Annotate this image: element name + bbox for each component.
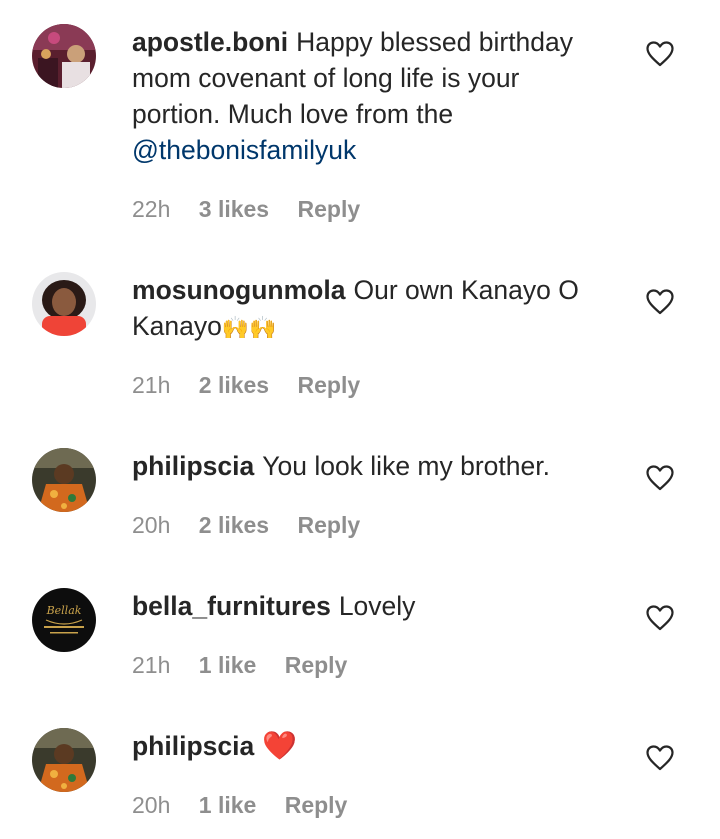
likes-count[interactable]: 3 likes: [199, 196, 269, 223]
comment-meta: 20h 2 likes Reply: [132, 512, 360, 539]
comment-body: Lovely: [338, 591, 416, 621]
likes-count[interactable]: 2 likes: [199, 512, 269, 539]
comment-body: You look like my brother.: [262, 451, 550, 481]
raising-hands-emoji: 🙌🙌: [221, 316, 277, 341]
reply-button[interactable]: Reply: [285, 652, 348, 679]
like-heart-icon[interactable]: [646, 289, 674, 315]
comment-meta: 20h 1 like Reply: [132, 792, 347, 819]
comment-username[interactable]: philipscia: [132, 731, 254, 761]
like-heart-icon[interactable]: [646, 465, 674, 491]
mention-link[interactable]: @thebonisfamilyuk: [132, 135, 356, 165]
comment-text: philipscia You look like my brother.: [132, 448, 612, 484]
comment-username[interactable]: apostle.boni: [132, 27, 288, 57]
comment-meta: 22h 3 likes Reply: [132, 196, 360, 223]
likes-count[interactable]: 1 like: [199, 652, 257, 679]
comment-time: 20h: [132, 792, 171, 818]
comment-text: philipscia ❤️: [132, 728, 612, 764]
avatar[interactable]: [32, 24, 96, 88]
avatar-photo: [32, 24, 96, 88]
comment-time: 21h: [132, 652, 171, 678]
avatar[interactable]: [32, 272, 96, 336]
comment-username[interactable]: philipscia: [132, 451, 254, 481]
comment-meta: 21h 2 likes Reply: [132, 372, 360, 399]
comment-text: mosunogunmola Our own Kanayo O Kanayo🙌🙌: [132, 272, 612, 347]
reply-button[interactable]: Reply: [298, 372, 361, 399]
comment-username[interactable]: bella_furnitures: [132, 591, 331, 621]
comment-time: 20h: [132, 512, 171, 538]
comment-meta: 21h 1 like Reply: [132, 652, 347, 679]
red-heart-emoji: ❤️: [262, 729, 298, 762]
avatar[interactable]: [32, 448, 96, 512]
comment-username[interactable]: mosunogunmola: [132, 275, 345, 305]
comment-text: bella_furnitures Lovely: [132, 588, 612, 624]
avatar-photo: [32, 448, 96, 512]
svg-text:Bellak: Bellak: [46, 604, 82, 617]
reply-button[interactable]: Reply: [298, 196, 361, 223]
avatar-photo: [32, 272, 96, 336]
comment-time: 22h: [132, 196, 171, 222]
like-heart-icon[interactable]: [646, 605, 674, 631]
likes-count[interactable]: 2 likes: [199, 372, 269, 399]
like-heart-icon[interactable]: [646, 745, 674, 771]
bella-logo-avatar: Bellak: [32, 588, 96, 652]
likes-count[interactable]: 1 like: [199, 792, 257, 819]
reply-button[interactable]: Reply: [285, 792, 348, 819]
comment-text: apostle.boni Happy blessed birthday mom c…: [132, 24, 612, 168]
like-heart-icon[interactable]: [646, 41, 674, 67]
avatar-photo: [32, 728, 96, 792]
avatar[interactable]: [32, 728, 96, 792]
comment-time: 21h: [132, 372, 171, 398]
reply-button[interactable]: Reply: [298, 512, 361, 539]
avatar[interactable]: Bellak: [32, 588, 96, 652]
